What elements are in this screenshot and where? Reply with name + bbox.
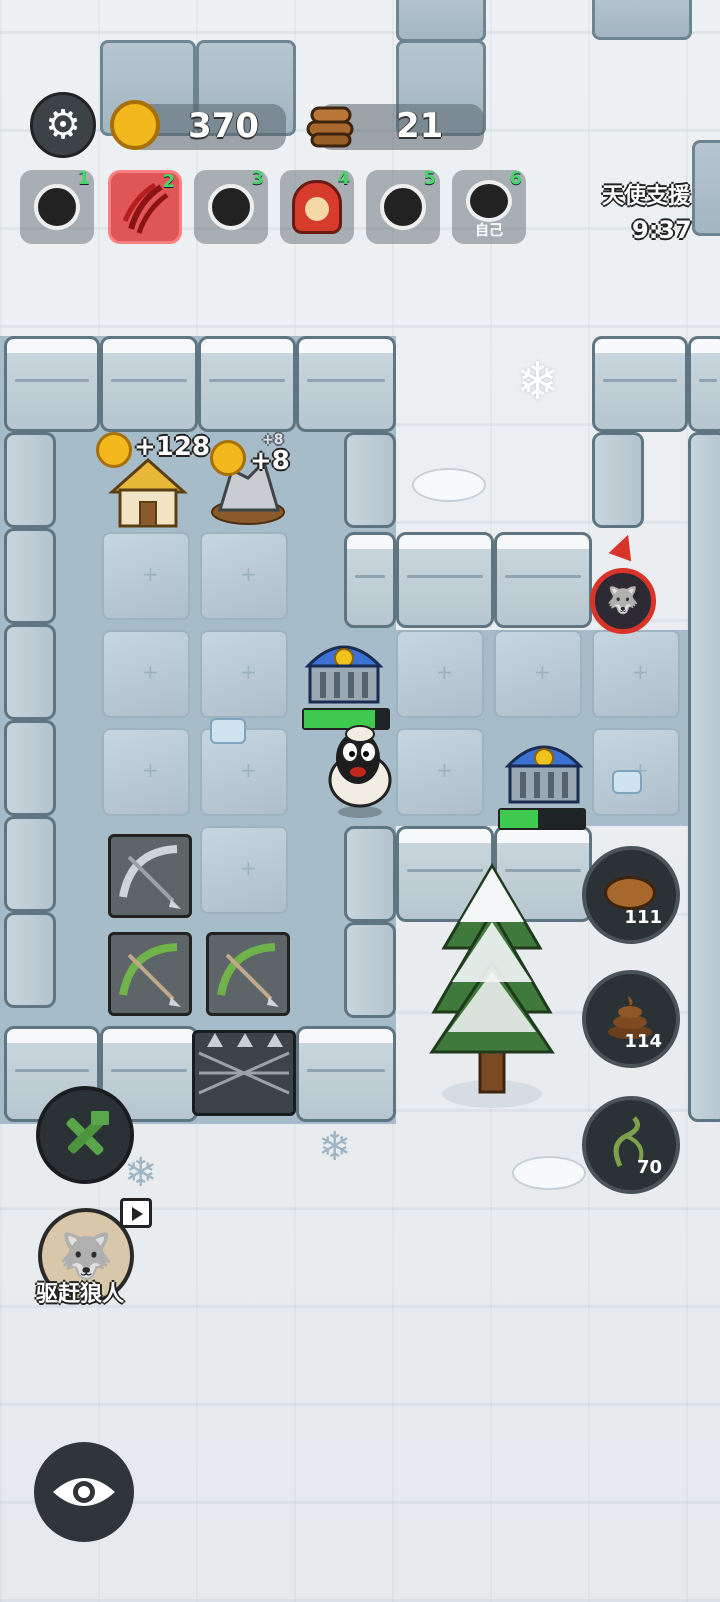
ice-wall xyxy=(494,532,592,628)
coin-icon xyxy=(210,440,246,476)
floor-tile[interactable] xyxy=(200,826,288,914)
ice-wall xyxy=(198,336,296,432)
mine-income-label: +8 xyxy=(250,446,290,476)
hammer-wrench-icon xyxy=(55,1105,115,1165)
floor-tile[interactable] xyxy=(200,532,288,620)
coin-count: 370 xyxy=(188,106,259,146)
floor-tile[interactable] xyxy=(102,630,190,718)
player-number: 6 xyxy=(509,168,522,189)
settings-button[interactable]: ⚙ xyxy=(30,92,96,158)
coin-icon xyxy=(96,432,132,468)
ice-crystal-icon: ❄ xyxy=(124,1150,158,1196)
player-slot-5[interactable]: 5 xyxy=(366,168,440,244)
wolf-icon: 🐺 xyxy=(606,586,640,616)
ice-crystal-icon: ❄ xyxy=(318,1124,352,1170)
player-slot-3[interactable]: 3 xyxy=(194,168,268,244)
ice-wall xyxy=(4,624,56,720)
ice-wall xyxy=(592,336,688,432)
top-stone xyxy=(396,0,486,42)
ice-wall xyxy=(688,432,720,1122)
ice-wall xyxy=(592,432,644,528)
ice-chunk xyxy=(612,770,642,794)
view-toggle-button[interactable] xyxy=(34,1442,134,1542)
snowflake-icon: ❄ xyxy=(516,352,560,412)
bank-building[interactable] xyxy=(502,734,586,810)
top-stone xyxy=(692,140,720,236)
player-slot-4[interactable]: 4 xyxy=(280,168,354,244)
sheep-avatar xyxy=(380,184,426,230)
poop-resource-button[interactable]: 114 xyxy=(582,970,680,1068)
player-number: 4 xyxy=(337,168,350,189)
ice-wall xyxy=(296,1026,396,1122)
floor-tile[interactable] xyxy=(102,728,190,816)
ice-wall xyxy=(344,922,396,1018)
pig-icon xyxy=(604,876,656,910)
player-number: 3 xyxy=(251,168,264,189)
crossbow-turret[interactable] xyxy=(108,932,192,1016)
ice-wall xyxy=(100,336,198,432)
ice-chunk xyxy=(210,718,246,744)
ice-wall xyxy=(4,528,56,624)
floor-tile[interactable] xyxy=(396,728,484,816)
ice-wall xyxy=(688,336,720,432)
crossbow-turret[interactable] xyxy=(206,932,290,1016)
crossbow-turret[interactable] xyxy=(108,834,192,918)
event-title: 天使支援 xyxy=(602,184,691,209)
top-stone xyxy=(592,0,692,40)
wolf-avatar-icon: 🐺 xyxy=(58,1231,114,1282)
coin-icon xyxy=(110,100,160,150)
snowy-pine-tree xyxy=(428,862,556,1112)
sheep-avatar xyxy=(34,184,80,230)
ice-wall xyxy=(296,336,396,432)
wolf-marker[interactable]: 🐺 xyxy=(590,568,656,634)
ice-wall xyxy=(4,336,100,432)
floor-tile[interactable] xyxy=(200,630,288,718)
ice-wall xyxy=(4,720,56,816)
floor-tile[interactable] xyxy=(592,630,680,718)
floor-tile[interactable] xyxy=(102,532,190,620)
event-timer: 9:37 xyxy=(632,216,692,244)
pig-resource-button[interactable]: 111 xyxy=(582,846,680,944)
bank-health-fill xyxy=(500,810,538,828)
player-slot-1[interactable]: 1 xyxy=(20,168,94,244)
ice-wall xyxy=(344,826,396,922)
build-tools-button[interactable] xyxy=(36,1086,134,1184)
bank-health-bar xyxy=(498,808,586,830)
player-number: 1 xyxy=(77,168,90,189)
ice-wall xyxy=(396,532,494,628)
ice-wall xyxy=(4,816,56,912)
snow-patch xyxy=(512,1156,586,1190)
floor-tile[interactable] xyxy=(494,630,582,718)
wood-count: 21 xyxy=(396,106,444,146)
ice-wall xyxy=(344,432,396,528)
spiked-gate[interactable] xyxy=(192,1030,296,1116)
ice-wall xyxy=(4,432,56,528)
ice-wall xyxy=(4,912,56,1008)
pig-count: 111 xyxy=(624,907,662,928)
bank-building[interactable] xyxy=(302,634,386,710)
sheep-character[interactable] xyxy=(322,722,398,818)
eye-icon xyxy=(49,1470,119,1514)
ice-wall xyxy=(344,532,396,628)
wood-logs-icon xyxy=(304,100,356,150)
floor-tile[interactable] xyxy=(396,630,484,718)
video-ad-icon xyxy=(120,1198,152,1228)
player-number: 2 xyxy=(162,171,175,192)
hut-income-label: +128 xyxy=(134,432,211,462)
sheep-avatar xyxy=(466,180,512,222)
poop-count: 114 xyxy=(624,1031,662,1052)
player-number: 5 xyxy=(423,168,436,189)
vine-count: 70 xyxy=(636,1157,662,1178)
red-hood-sheep-avatar xyxy=(292,180,342,234)
gear-icon: ⚙ xyxy=(45,102,81,148)
thorn-vine-resource-button[interactable]: 70 xyxy=(582,1096,680,1194)
snow-patch xyxy=(412,468,486,502)
player-slot-2[interactable]: 2 xyxy=(108,170,182,244)
self-tag: 自己 xyxy=(475,223,503,239)
player-slot-6[interactable]: 6 自己 xyxy=(452,168,526,244)
sheep-avatar xyxy=(208,184,254,230)
drive-wolf-label: 驱赶狼人 xyxy=(36,1282,125,1307)
